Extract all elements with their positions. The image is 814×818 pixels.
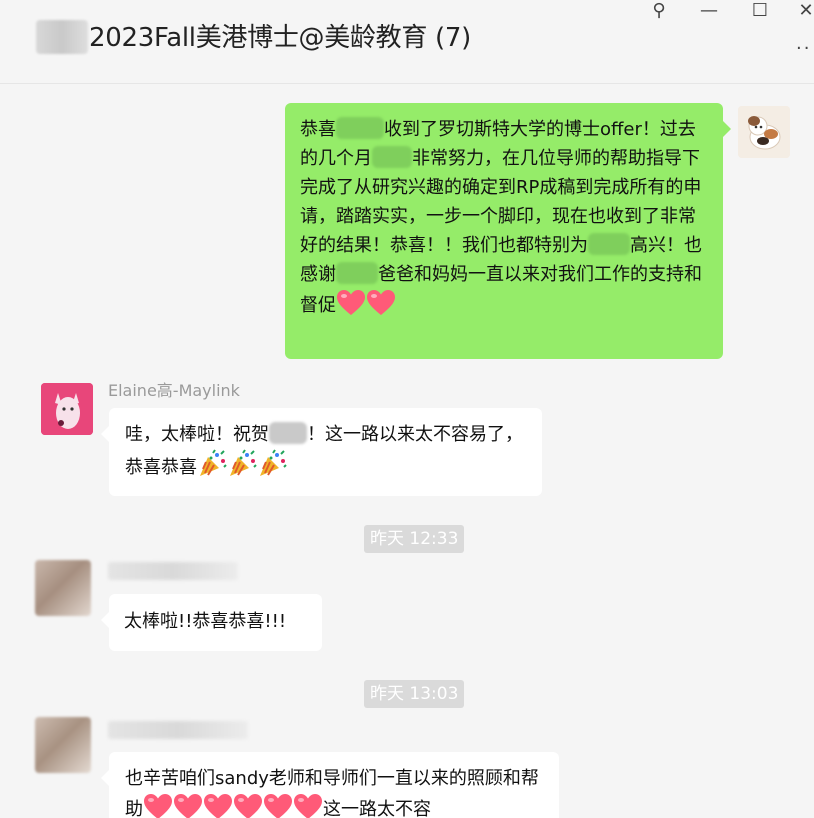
sender-name: Elaine高-Maylink (108, 381, 240, 400)
pin-icon[interactable]: ⚲ (648, 0, 670, 24)
redacted-name (336, 262, 378, 284)
window-titlebar: 2023Fall美港博士@美龄教育 (7) ⚲ — ☐ ✕ ·· (0, 0, 814, 84)
message-bubble-other[interactable]: 太棒啦!!恭喜恭喜!!! (101, 594, 322, 651)
redacted-name (588, 233, 630, 255)
message-list[interactable]: 恭喜 收到了罗切斯特大学的博士offer！过去的几个月 非常努力，在几位导师的帮助指… (0, 85, 814, 818)
group-avatar (36, 20, 88, 54)
pink-cartoon-avatar-icon (41, 383, 93, 435)
message-bubble-other[interactable]: 也辛苦咱们sandy老师和导师们一直以来的照顾和帮助 这一路太不容 (101, 752, 559, 818)
party-popper-icon (197, 449, 227, 479)
redacted-name (269, 422, 307, 444)
red-heart-icon (293, 793, 323, 818)
message-bubble-other[interactable]: 哇，太棒啦！祝贺 ！这一路以来太不容易了，恭喜恭喜 (101, 408, 542, 496)
sender-name-blurred (108, 562, 238, 580)
message-text: 太棒啦!!恭喜恭喜!!! (124, 611, 287, 632)
red-heart-icon (143, 793, 173, 818)
avatar-blurred[interactable] (35, 717, 91, 773)
sender-name-blurred (108, 721, 248, 739)
cat-avatar-icon (738, 106, 790, 158)
redacted-name (336, 117, 384, 139)
red-heart-icon (336, 289, 366, 317)
chat-title: 2023Fall美港博士@美龄教育 (7) (89, 23, 471, 53)
message-bubble-self[interactable]: 恭喜 收到了罗切斯特大学的博士offer！过去的几个月 非常努力，在几位导师的帮助指… (285, 103, 731, 359)
timestamp-label: 昨天 12:33 (364, 525, 465, 553)
timestamp-label: 昨天 13:03 (364, 680, 465, 708)
red-heart-icon (263, 793, 293, 818)
message-text: 这一路太不容 (323, 799, 431, 818)
more-options-icon[interactable]: ·· (796, 38, 811, 59)
red-heart-icon (366, 289, 396, 317)
maximize-button[interactable]: ☐ (748, 0, 772, 24)
party-popper-icon (257, 449, 287, 479)
close-button[interactable]: ✕ (798, 0, 814, 24)
redacted-name (372, 146, 412, 168)
party-popper-icon (227, 449, 257, 479)
avatar-blurred[interactable] (35, 560, 91, 616)
red-heart-icon (233, 793, 263, 818)
message-text: 哇，太棒啦！祝贺 (125, 424, 269, 445)
red-heart-icon (173, 793, 203, 818)
avatar-elaine[interactable] (41, 383, 93, 435)
minimize-button[interactable]: — (698, 0, 720, 24)
avatar-self[interactable] (738, 106, 790, 158)
message-text: 恭喜 (300, 119, 336, 140)
red-heart-icon (203, 793, 233, 818)
